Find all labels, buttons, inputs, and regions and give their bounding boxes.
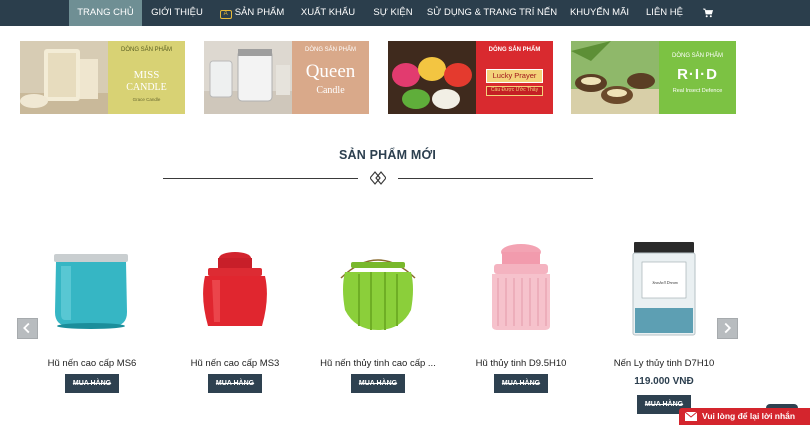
banner-miss-candle[interactable]: DÒNG SẢN PHẨM MISS CANDLE Grace Candle xyxy=(20,41,185,114)
product-name[interactable]: Hũ nến cao cấp MS3 xyxy=(172,358,298,369)
banner-lucky-prayer[interactable]: DÒNG SẢN PHẨM Lucky Prayer Cầu Được Ước … xyxy=(388,41,553,114)
nav-item-label: KHUYẾN MÃI xyxy=(569,7,630,18)
main-nav: TRANG CHỦ GIỚI THIỆU A SẢN PHẨM XUẤT KHẨU… xyxy=(0,0,810,26)
banner-line1: DÒNG SẢN PHẨM xyxy=(488,47,541,53)
nav-item-export[interactable]: XUẤT KHẨU xyxy=(292,0,364,26)
banner-line1: DÒNG SẢN PHẨM xyxy=(120,47,172,53)
product-image[interactable] xyxy=(601,238,727,338)
banner-line1: DÒNG SẢN PHẨM xyxy=(671,53,723,59)
nav-item-label: TRANG CHỦ xyxy=(77,7,134,18)
product-image[interactable] xyxy=(315,238,441,338)
section-title: SẢN PHẨM MỚI xyxy=(338,148,437,162)
nav-item-contact[interactable]: LIÊN HỆ xyxy=(637,0,692,26)
buy-button[interactable]: MUA HÀNG xyxy=(494,374,548,393)
diamond-ornament-icon xyxy=(370,171,386,185)
product-name[interactable]: Hũ nến thủy tinh cao cấp ... xyxy=(315,358,441,369)
banner-photo xyxy=(204,41,292,114)
nav-item-label: LIÊN HỆ xyxy=(646,7,683,18)
banner-photo xyxy=(388,41,476,114)
divider-right xyxy=(398,178,593,179)
banner-line3: Candle xyxy=(316,85,345,96)
nav-item-home[interactable]: TRANG CHỦ xyxy=(69,0,142,26)
promo-badge-icon: A xyxy=(219,10,232,19)
product-name[interactable]: Hũ nến cao cấp MS6 xyxy=(29,358,155,369)
nav-item-label: XUẤT KHẨU xyxy=(300,7,356,18)
nav-item-label: SỰ KIỆN xyxy=(373,7,413,18)
product-name[interactable]: Nến Ly thủy tinh D7H10 xyxy=(601,358,727,369)
nav-item-about[interactable]: GIỚI THIỆU xyxy=(142,0,212,26)
product-price: 119.000 VNĐ xyxy=(634,376,694,387)
chat-label: Vui lòng để lại lời nhắn xyxy=(702,411,796,421)
banner-panel: DÒNG SẢN PHẨM MISS CANDLE Grace Candle xyxy=(108,41,185,114)
product-image[interactable] xyxy=(458,238,584,338)
divider-left xyxy=(163,178,358,179)
buy-button[interactable]: MUA HÀNG xyxy=(65,374,119,393)
nav-item-promotions[interactable]: KHUYẾN MÃI xyxy=(562,0,637,26)
banner-rid[interactable]: DÒNG SẢN PHẨM R·I·D Real Insect Defence xyxy=(571,41,736,114)
nav-item-usage-decoration[interactable]: SỬ DỤNG & TRANG TRÍ NẾN xyxy=(422,0,562,26)
banner-panel: DÒNG SẢN PHẨM R·I·D Real Insect Defence xyxy=(659,41,736,114)
banner-line3: CANDLE xyxy=(126,82,167,93)
nav-item-products[interactable]: A SẢN PHẨM xyxy=(212,0,292,26)
nav-item-label: SỬ DỤNG & TRANG TRÍ NẾN xyxy=(426,7,558,18)
product-image[interactable] xyxy=(29,238,155,338)
banner-panel: DÒNG SẢN PHẨM Queen Candle xyxy=(292,41,369,114)
product-label-text: Seashell Dream xyxy=(652,280,678,285)
banner-line2: R·I·D xyxy=(677,66,718,83)
banner-photo xyxy=(571,41,659,114)
nav-item-label: SẢN PHẨM xyxy=(234,7,285,18)
banner-line2: Queen xyxy=(305,61,356,82)
banner-line2: MISS xyxy=(133,69,160,81)
banner-queen-candle[interactable]: DÒNG SẢN PHẨM Queen Candle xyxy=(204,41,369,114)
banner-line3: Cầu Được Ước Thấy xyxy=(490,87,539,93)
buy-button[interactable]: MUA HÀNG xyxy=(351,374,405,393)
product-name[interactable]: Hũ thủy tinh D9.5H10 xyxy=(458,358,584,369)
buy-button[interactable]: MUA HÀNG xyxy=(208,374,262,393)
banner-line2: Lucky Prayer xyxy=(492,71,537,80)
banner-photo xyxy=(20,41,108,114)
banner-panel: DÒNG SẢN PHẨM Lucky Prayer Cầu Được Ước … xyxy=(476,41,553,114)
nav-item-label: GIỚI THIỆU xyxy=(151,7,203,18)
product-image[interactable] xyxy=(172,238,298,338)
nav-item-events[interactable]: SỰ KIỆN xyxy=(364,0,422,26)
banner-line1: DÒNG SẢN PHẨM xyxy=(304,47,356,53)
banner-line4: Grace Candle xyxy=(132,97,161,102)
shopping-cart-icon[interactable] xyxy=(703,8,713,18)
banner-line3: Real Insect Defence xyxy=(672,88,723,94)
chat-widget[interactable]: Vui lòng để lại lời nhắn xyxy=(679,408,810,425)
envelope-icon xyxy=(685,412,697,421)
